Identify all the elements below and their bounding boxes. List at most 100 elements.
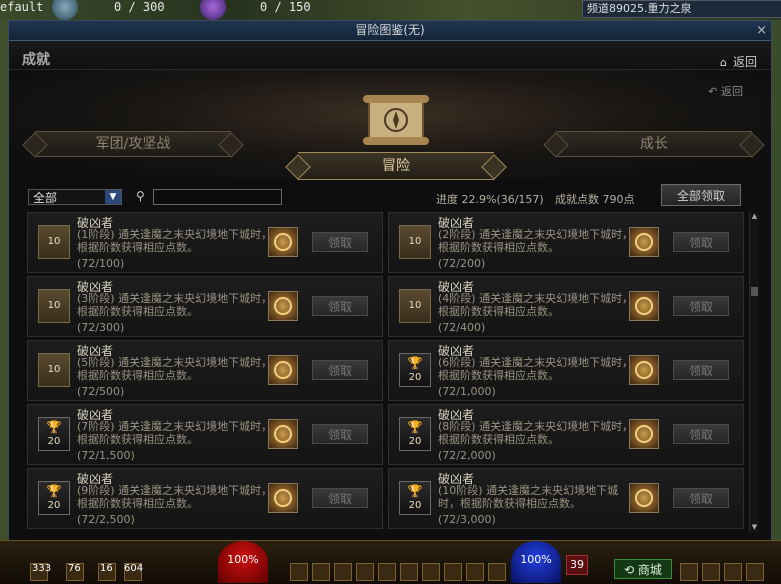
menu-slot-3[interactable] bbox=[724, 563, 742, 581]
achievement-card: 10 破凶者 (3阶段) 通关逢魔之末央幻境地下城时，根据阶数获得相应点数。 (72/… bbox=[27, 276, 383, 337]
skill-slot-6[interactable] bbox=[400, 563, 418, 581]
achievement-progress: (72/200) bbox=[438, 257, 486, 270]
achievement-description: (2阶段) 通关逢魔之末央幻境地下城时，根据阶数获得相应点数。 bbox=[438, 228, 634, 254]
tier-badge: 🏆 20 bbox=[399, 353, 431, 387]
badge-points: 20 bbox=[47, 436, 61, 447]
badge-points: 20 bbox=[408, 500, 422, 511]
achievement-card: 🏆 20 破凶者 (9阶段) 通关逢魔之末央幻境地下城时，根据阶数获得相应点数。 (72… bbox=[27, 468, 383, 529]
item-count-3: 16 bbox=[100, 563, 113, 574]
reward-icon[interactable] bbox=[268, 355, 298, 385]
reward-icon[interactable] bbox=[268, 291, 298, 321]
chevron-down-icon[interactable]: ▼ bbox=[105, 190, 121, 204]
achievement-card: 🏆 20 破凶者 (7阶段) 通关逢魔之末央幻境地下城时，根据阶数获得相应点数。 (72… bbox=[27, 404, 383, 465]
hp-readout: 0 / 300 bbox=[114, 0, 165, 14]
scrollbar[interactable]: ▲ ▼ bbox=[749, 212, 759, 532]
skill-slot-10[interactable] bbox=[488, 563, 506, 581]
item-count-4: 604 bbox=[124, 563, 144, 574]
reward-icon[interactable] bbox=[629, 419, 659, 449]
window-titlebar[interactable]: 冒险图鉴(无) × bbox=[9, 21, 771, 41]
skill-slot-3[interactable] bbox=[334, 563, 352, 581]
skill-slot-9[interactable] bbox=[466, 563, 484, 581]
filter-select[interactable]: 全部 ▼ bbox=[28, 189, 122, 205]
shop-button[interactable]: ⟲ 商城 bbox=[614, 559, 672, 579]
scroll-up-icon[interactable]: ▲ bbox=[750, 212, 759, 221]
close-icon[interactable]: × bbox=[756, 21, 767, 40]
skill-slot-1[interactable] bbox=[290, 563, 308, 581]
trophy-icon: 🏆 bbox=[407, 356, 423, 370]
achievement-card: 10 破凶者 (5阶段) 通关逢魔之末央幻境地下城时，根据阶数获得相应点数。 (72/… bbox=[27, 340, 383, 401]
tier-badge: 10 bbox=[38, 353, 70, 387]
skill-slot-5[interactable] bbox=[378, 563, 396, 581]
claim-button[interactable]: 领取 bbox=[312, 424, 368, 444]
badge-points: 10 bbox=[408, 300, 422, 311]
claim-button[interactable]: 领取 bbox=[312, 296, 368, 316]
reward-icon[interactable] bbox=[629, 227, 659, 257]
claim-button[interactable]: 领取 bbox=[312, 232, 368, 252]
claim-button[interactable]: 领取 bbox=[673, 232, 729, 252]
filter-value: 全部 bbox=[33, 191, 58, 205]
claim-button[interactable]: 领取 bbox=[673, 488, 729, 508]
menu-slot-2[interactable] bbox=[702, 563, 720, 581]
badge-points: 20 bbox=[408, 372, 422, 383]
top-left-text: efault bbox=[0, 0, 44, 14]
claim-button[interactable]: 领取 bbox=[673, 360, 729, 380]
skill-slot-2[interactable] bbox=[312, 563, 330, 581]
claim-all-button[interactable]: 全部领取 bbox=[661, 184, 741, 206]
tab-adventure[interactable]: 冒险 bbox=[298, 152, 494, 180]
achievement-progress: (72/2,500) bbox=[77, 513, 135, 526]
claim-button[interactable]: 领取 bbox=[673, 424, 729, 444]
reward-icon[interactable] bbox=[268, 483, 298, 513]
tier-badge: 🏆 20 bbox=[38, 417, 70, 451]
reward-icon[interactable] bbox=[629, 355, 659, 385]
shop-label: 商城 bbox=[637, 563, 662, 577]
achievement-description: (6阶段) 通关逢魔之末央幻境地下城时，根据阶数获得相应点数。 bbox=[438, 356, 634, 382]
reward-icon[interactable] bbox=[629, 291, 659, 321]
trophy-icon: 🏆 bbox=[46, 420, 62, 434]
window-title: 冒险图鉴(无) bbox=[355, 23, 425, 37]
skill-slot-4[interactable] bbox=[356, 563, 374, 581]
achievement-description: (5阶段) 通关逢魔之末央幻境地下城时，根据阶数获得相应点数。 bbox=[77, 356, 273, 382]
menu-slot-4[interactable] bbox=[746, 563, 764, 581]
achievement-description: (8阶段) 通关逢魔之末央幻境地下城时，根据阶数获得相应点数。 bbox=[438, 420, 634, 446]
hp-orb: 100% bbox=[218, 541, 268, 583]
top-hud: efault 0 / 300 0 / 150 频道89025.重力之泉 bbox=[0, 0, 781, 20]
channel-indicator[interactable]: 频道89025.重力之泉 bbox=[582, 0, 781, 18]
badge-points: 20 bbox=[408, 436, 422, 447]
item-count-1: 333 bbox=[32, 563, 52, 574]
reward-icon[interactable] bbox=[629, 483, 659, 513]
home-return-label: 返回 bbox=[732, 55, 757, 69]
menu-slot-1[interactable] bbox=[680, 563, 698, 581]
home-return-button[interactable]: ⌂ 返回 bbox=[720, 53, 757, 70]
scroll-down-icon[interactable]: ▼ bbox=[750, 523, 759, 532]
achievement-description: (3阶段) 通关逢魔之末央幻境地下城时，根据阶数获得相应点数。 bbox=[77, 292, 273, 318]
tab-legion[interactable]: 军团/攻坚战 bbox=[35, 131, 231, 157]
achievement-description: (9阶段) 通关逢魔之末央幻境地下城时，根据阶数获得相应点数。 bbox=[77, 484, 273, 510]
claim-button[interactable]: 领取 bbox=[673, 296, 729, 316]
achievement-card: 🏆 20 破凶者 (6阶段) 通关逢魔之末央幻境地下城时，根据阶数获得相应点数。 (72… bbox=[388, 340, 744, 401]
claim-button[interactable]: 领取 bbox=[312, 488, 368, 508]
reward-icon[interactable] bbox=[268, 419, 298, 449]
tier-badge: 🏆 20 bbox=[38, 481, 70, 515]
trophy-icon: 🏆 bbox=[407, 420, 423, 434]
badge-points: 10 bbox=[408, 236, 422, 247]
reward-icon[interactable] bbox=[268, 227, 298, 257]
page-title: 成就 bbox=[22, 52, 50, 68]
mp-mini-orb bbox=[200, 0, 226, 20]
level-badge: 39 bbox=[566, 555, 588, 575]
claim-button[interactable]: 领取 bbox=[312, 360, 368, 380]
search-input[interactable] bbox=[153, 189, 282, 205]
adventure-codex-window: 冒险图鉴(无) × 成就 ⌂ 返回 ↶ 返回 军团/攻坚战 冒险 成长 全部 ▼ … bbox=[8, 20, 772, 544]
achievement-card: 10 破凶者 (1阶段) 通关逢魔之末央幻境地下城时，根据阶数获得相应点数。 (72/… bbox=[27, 212, 383, 273]
achievement-progress: (72/100) bbox=[77, 257, 125, 270]
skill-slot-8[interactable] bbox=[444, 563, 462, 581]
achievement-progress: (72/500) bbox=[77, 385, 125, 398]
skill-slot-7[interactable] bbox=[422, 563, 440, 581]
scroll-thumb[interactable] bbox=[751, 287, 758, 296]
game-background-left bbox=[0, 20, 8, 540]
achievement-progress: (72/3,000) bbox=[438, 513, 496, 526]
bottom-hud: 333 76 16 604 100% 100% 39 ⟲ 商城 bbox=[0, 540, 781, 584]
back-link[interactable]: ↶ 返回 bbox=[708, 83, 743, 99]
tab-growth[interactable]: 成长 bbox=[556, 131, 752, 157]
search-icon[interactable]: ⚲ bbox=[136, 189, 145, 203]
achievement-header: 成就 ⌂ 返回 bbox=[9, 41, 771, 70]
